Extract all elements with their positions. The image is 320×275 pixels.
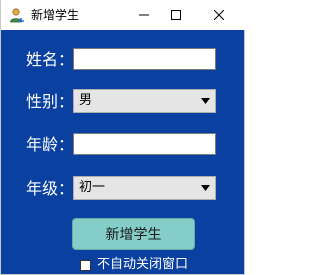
name-input[interactable] <box>73 48 216 70</box>
user-icon <box>10 8 24 23</box>
age-input[interactable] <box>73 133 216 155</box>
minimize-icon <box>139 14 149 16</box>
window-title: 新增学生 <box>31 8 80 22</box>
title-bar[interactable]: 新增学生 <box>1 0 246 30</box>
gender-select[interactable]: 男 <box>73 89 216 113</box>
grade-select[interactable]: 初一 <box>73 176 216 200</box>
no-autoclose-label[interactable]: 不自动关闭窗口 <box>97 257 188 273</box>
minimize-button[interactable] <box>128 0 160 30</box>
gender-select-value: 男 <box>79 93 93 108</box>
no-autoclose-option[interactable]: 不自动关闭窗口 <box>80 257 188 273</box>
maximize-button[interactable] <box>160 0 192 30</box>
name-label: 姓名： <box>26 50 75 69</box>
gender-label: 性别： <box>26 92 75 111</box>
grade-select-value: 初一 <box>79 180 106 195</box>
chevron-down-icon <box>201 185 210 191</box>
no-autoclose-checkbox[interactable] <box>80 259 91 271</box>
add-student-window: 新增学生 姓名： 性别： 男 年龄： 年级： 初一 新增学生 不自动关闭窗口 <box>0 0 246 275</box>
maximize-icon <box>171 10 181 20</box>
grade-label: 年级： <box>26 179 75 198</box>
age-label: 年龄： <box>26 135 75 154</box>
add-student-button[interactable]: 新增学生 <box>72 218 195 250</box>
chevron-down-icon <box>201 98 210 104</box>
close-button[interactable] <box>203 0 235 30</box>
close-icon <box>214 10 224 20</box>
